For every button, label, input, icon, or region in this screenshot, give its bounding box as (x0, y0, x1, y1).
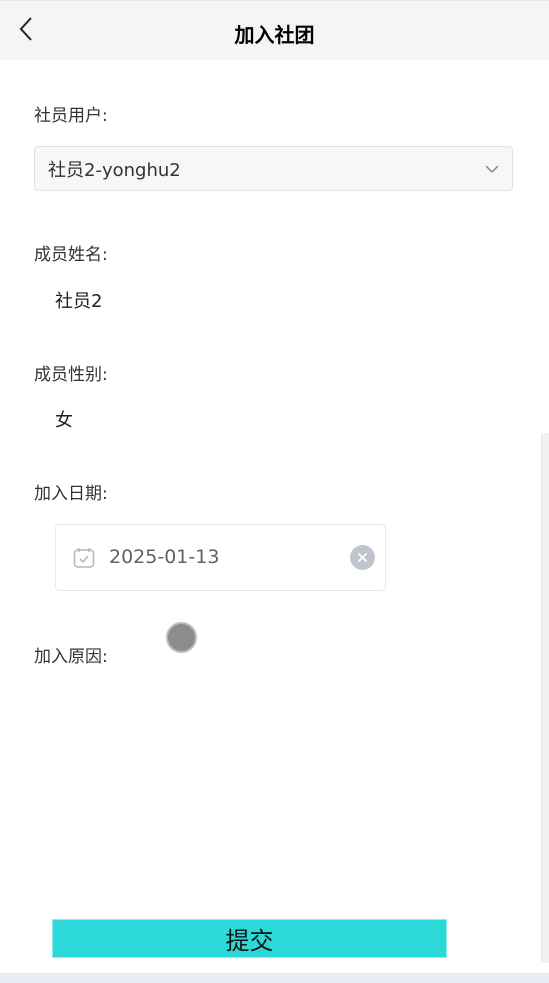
member-user-label: 社员用户: (34, 106, 108, 126)
chevron-down-icon (485, 165, 499, 174)
close-icon (357, 552, 368, 563)
submit-button[interactable]: 提交 (52, 919, 447, 958)
join-reason-editor[interactable] (34, 680, 513, 880)
join-date-label: 加入日期: (34, 484, 108, 504)
scrollbar[interactable] (541, 433, 549, 963)
page-title: 加入社团 (234, 23, 315, 47)
member-user-select[interactable]: 社员2-yonghu2 (34, 146, 513, 191)
member-user-select-value: 社员2-yonghu2 (48, 159, 181, 181)
header: 加入社团 (0, 0, 549, 60)
bottom-bar (0, 973, 549, 983)
join-date-picker[interactable]: 2025-01-13 (55, 524, 386, 591)
join-reason-label: 加入原因: (34, 647, 108, 667)
member-name-label: 成员姓名: (34, 245, 108, 265)
member-gender-label: 成员性别: (34, 365, 108, 385)
member-gender-value: 女 (55, 410, 73, 431)
touch-indicator (166, 622, 197, 653)
clear-icon[interactable] (350, 545, 375, 570)
join-date-value: 2025-01-13 (109, 546, 220, 568)
member-name-value: 社员2 (55, 291, 103, 312)
calendar-icon (73, 548, 95, 568)
